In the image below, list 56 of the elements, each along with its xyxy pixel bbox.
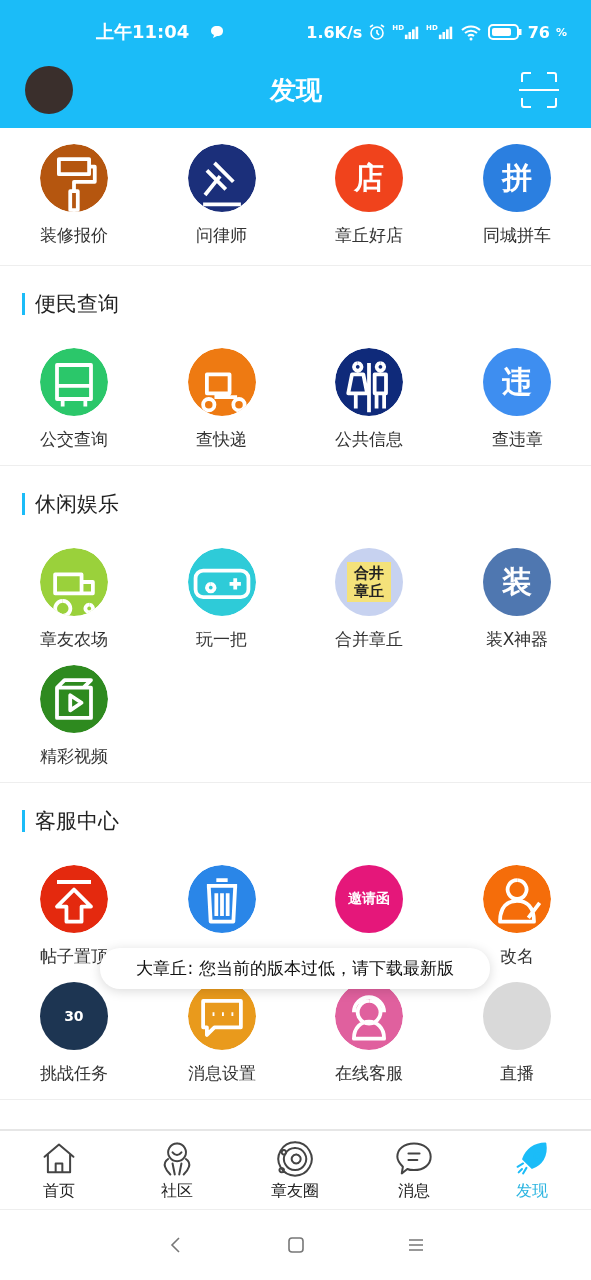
item-label[interactable]: 合并章丘	[335, 628, 404, 651]
nav-tab[interactable]: 首页	[0, 1131, 119, 1209]
section-title: 休闲娱乐	[35, 491, 119, 518]
battery-icon	[487, 23, 522, 41]
gavel-icon[interactable]	[187, 144, 256, 212]
item-label[interactable]: 精彩视频	[39, 745, 108, 768]
signal-bars-icon	[437, 24, 454, 40]
item-label[interactable]: 直播	[500, 1062, 535, 1085]
text-icon[interactable]: 邀请函	[335, 865, 404, 933]
nav-tab[interactable]: 章友圈	[236, 1131, 355, 1209]
avatar[interactable]	[25, 66, 73, 114]
restroom-icon[interactable]	[335, 348, 404, 416]
alarm-clock-icon	[368, 23, 387, 41]
tiles-icon[interactable]: 合井章丘	[335, 548, 404, 616]
item-label[interactable]: 消息设置	[187, 1062, 256, 1085]
video-icon[interactable]	[39, 665, 108, 733]
item-label[interactable]: 同城拼车	[483, 224, 552, 247]
page-title: 发现	[270, 73, 322, 107]
chat-bubble-icon	[209, 24, 226, 40]
item-label[interactable]: 公交查询	[39, 428, 108, 451]
text-icon[interactable]: 装	[483, 548, 552, 616]
person-edit-icon[interactable]	[483, 865, 552, 933]
text-icon[interactable]: 30	[39, 982, 108, 1050]
item-label[interactable]: 查快递	[196, 428, 248, 451]
item-label[interactable]: 装修报价	[39, 224, 108, 247]
section-title: 便民查询	[35, 291, 119, 318]
arrow-up-icon[interactable]	[39, 865, 108, 933]
text-icon[interactable]: 拼	[483, 144, 552, 212]
gamepad-icon[interactable]	[187, 548, 256, 616]
orbit-icon	[275, 1138, 316, 1179]
bus-icon[interactable]	[39, 348, 108, 416]
clock-time: 上午11:04	[96, 20, 190, 44]
item-label[interactable]: 查违章	[491, 428, 543, 451]
section-title: 客服中心	[35, 808, 119, 835]
item-label[interactable]: 挑战任务	[39, 1062, 108, 1085]
item-label[interactable]: 章友农场	[39, 628, 108, 651]
signal-bars-icon	[404, 24, 421, 40]
item-label[interactable]: 改名	[500, 945, 535, 968]
item-label[interactable]: 装X神器	[485, 628, 549, 651]
item-label[interactable]: 公共信息	[335, 428, 404, 451]
item-label[interactable]: 问律师	[196, 224, 248, 247]
item-label[interactable]: 在线客服	[335, 1062, 404, 1085]
battery-percent: 76	[527, 22, 550, 42]
trash-icon[interactable]	[187, 865, 256, 933]
scan-icon[interactable]	[519, 70, 559, 110]
paint-roller-icon[interactable]	[39, 144, 108, 212]
text-icon[interactable]: 店	[335, 144, 404, 212]
nav-tab[interactable]: 消息	[354, 1131, 473, 1209]
percent-sign: %	[555, 25, 567, 39]
item-label[interactable]: 章丘好店	[335, 224, 404, 247]
home-icon[interactable]	[285, 1235, 306, 1255]
network-speed: 1.6K/s	[306, 22, 363, 42]
delivery-scooter-icon[interactable]	[187, 348, 256, 416]
wifi-icon	[459, 23, 482, 41]
item-label[interactable]: 玩一把	[196, 628, 248, 651]
nav-tab[interactable]: 社区	[118, 1131, 237, 1209]
